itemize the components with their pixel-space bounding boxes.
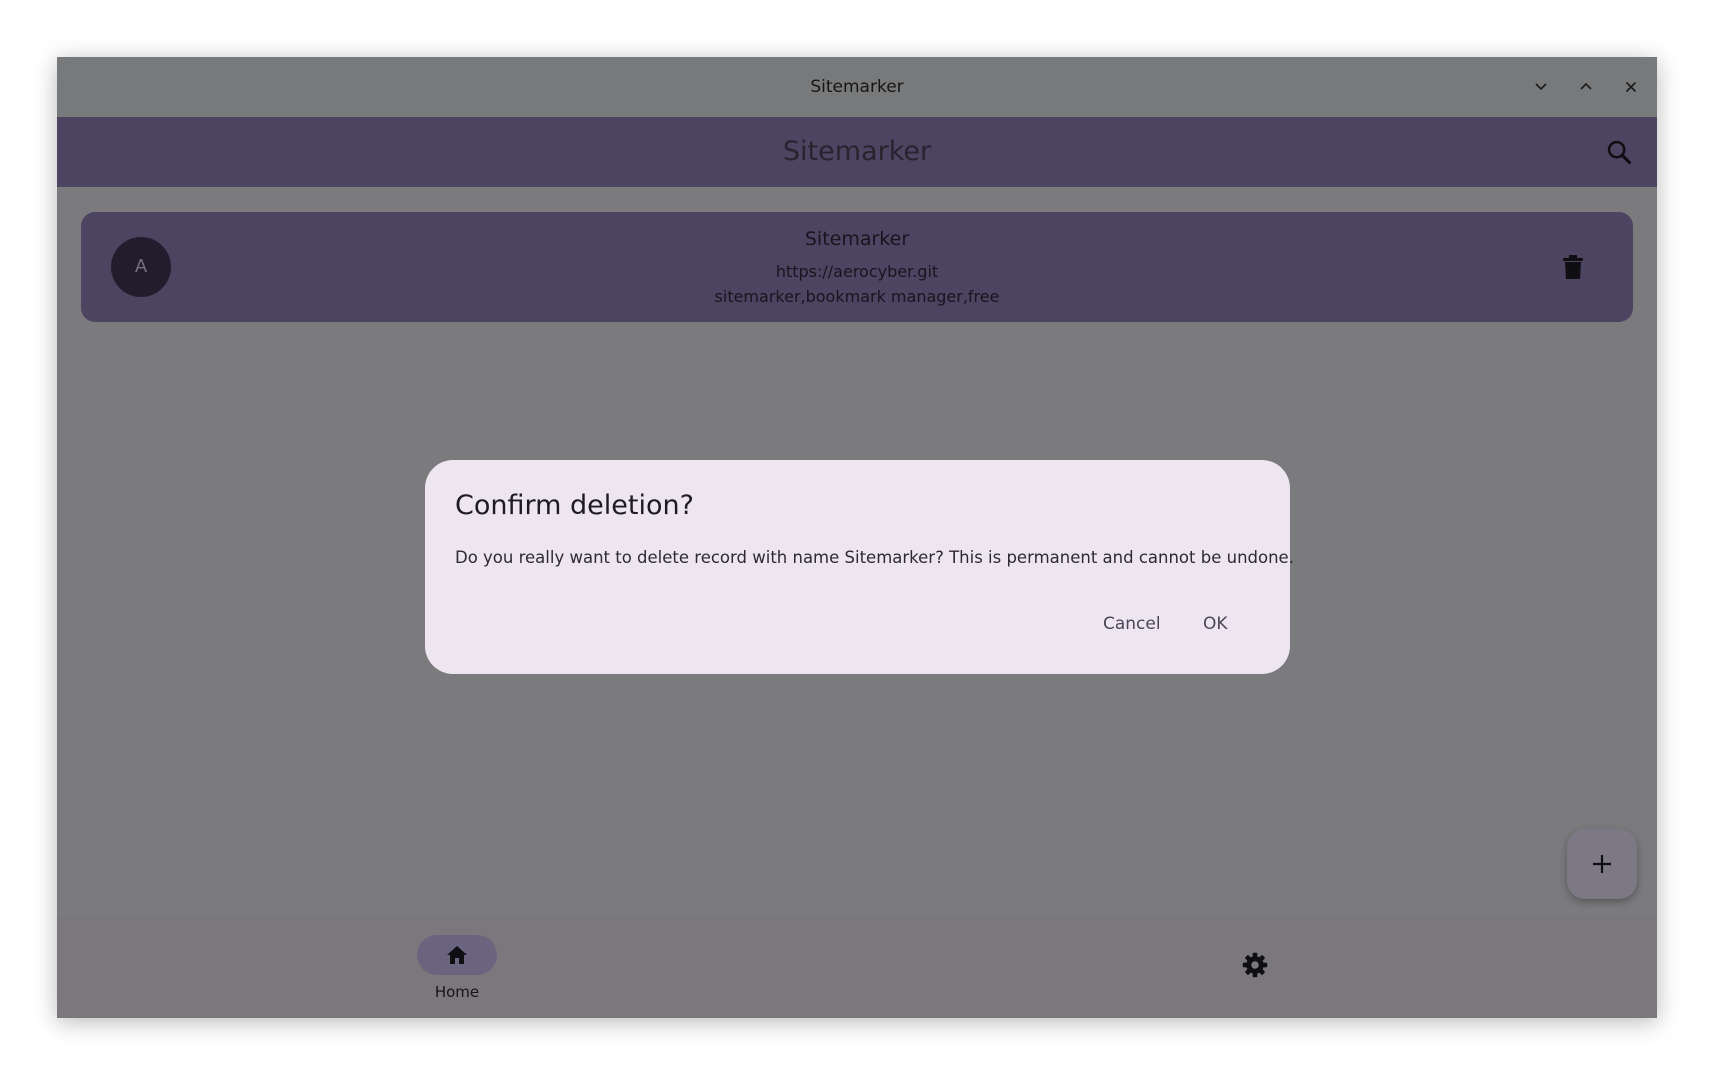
ok-button[interactable]: OK	[1195, 606, 1236, 642]
dialog-message: Do you really want to delete record with…	[455, 548, 1294, 567]
cancel-button[interactable]: Cancel	[1095, 606, 1169, 642]
confirm-dialog: Confirm deletion? Do you really want to …	[425, 460, 1294, 674]
dialog-title: Confirm deletion?	[455, 490, 694, 521]
app-window: Sitemarker Sitemarker A Sitemarker https…	[57, 57, 1657, 1018]
